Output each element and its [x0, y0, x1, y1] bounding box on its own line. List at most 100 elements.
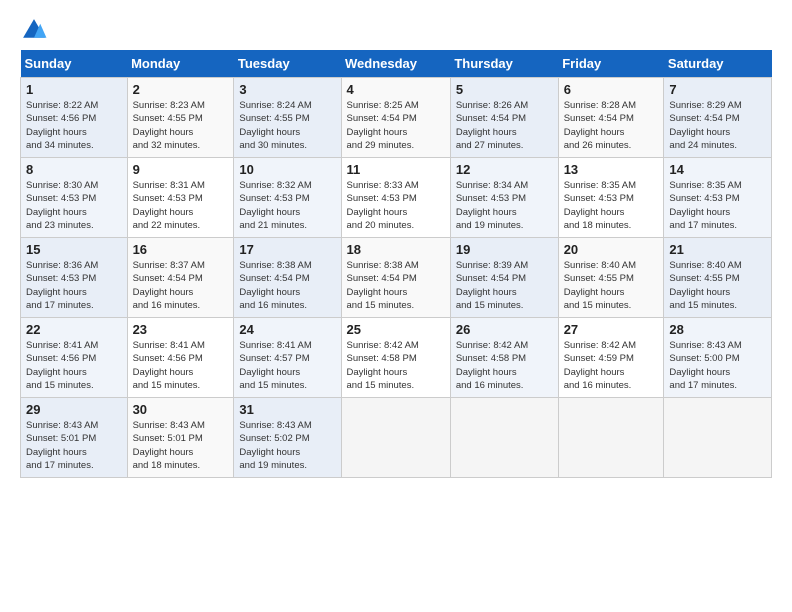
- day-cell: 14 Sunrise: 8:35 AM Sunset: 4:53 PM Dayl…: [664, 158, 772, 238]
- day-cell: 12 Sunrise: 8:34 AM Sunset: 4:53 PM Dayl…: [450, 158, 558, 238]
- day-detail: Sunrise: 8:35 AM Sunset: 4:53 PM Dayligh…: [669, 179, 766, 232]
- day-cell: 17 Sunrise: 8:38 AM Sunset: 4:54 PM Dayl…: [234, 238, 341, 318]
- day-cell: 2 Sunrise: 8:23 AM Sunset: 4:55 PM Dayli…: [127, 78, 234, 158]
- day-number: 1: [26, 82, 122, 97]
- day-detail: Sunrise: 8:36 AM Sunset: 4:53 PM Dayligh…: [26, 259, 122, 312]
- day-cell: [450, 398, 558, 478]
- day-detail: Sunrise: 8:28 AM Sunset: 4:54 PM Dayligh…: [564, 99, 659, 152]
- day-detail: Sunrise: 8:29 AM Sunset: 4:54 PM Dayligh…: [669, 99, 766, 152]
- day-detail: Sunrise: 8:32 AM Sunset: 4:53 PM Dayligh…: [239, 179, 335, 232]
- day-number: 28: [669, 322, 766, 337]
- day-number: 29: [26, 402, 122, 417]
- day-cell: 23 Sunrise: 8:41 AM Sunset: 4:56 PM Dayl…: [127, 318, 234, 398]
- day-number: 9: [133, 162, 229, 177]
- day-detail: Sunrise: 8:37 AM Sunset: 4:54 PM Dayligh…: [133, 259, 229, 312]
- day-cell: 19 Sunrise: 8:39 AM Sunset: 4:54 PM Dayl…: [450, 238, 558, 318]
- day-detail: Sunrise: 8:43 AM Sunset: 5:01 PM Dayligh…: [26, 419, 122, 472]
- day-detail: Sunrise: 8:25 AM Sunset: 4:54 PM Dayligh…: [347, 99, 445, 152]
- day-cell: 9 Sunrise: 8:31 AM Sunset: 4:53 PM Dayli…: [127, 158, 234, 238]
- week-row-3: 15 Sunrise: 8:36 AM Sunset: 4:53 PM Dayl…: [21, 238, 772, 318]
- week-row-1: 1 Sunrise: 8:22 AM Sunset: 4:56 PM Dayli…: [21, 78, 772, 158]
- day-number: 6: [564, 82, 659, 97]
- day-cell: 13 Sunrise: 8:35 AM Sunset: 4:53 PM Dayl…: [558, 158, 664, 238]
- day-cell: 11 Sunrise: 8:33 AM Sunset: 4:53 PM Dayl…: [341, 158, 450, 238]
- day-number: 23: [133, 322, 229, 337]
- day-number: 25: [347, 322, 445, 337]
- day-number: 11: [347, 162, 445, 177]
- day-cell: 26 Sunrise: 8:42 AM Sunset: 4:58 PM Dayl…: [450, 318, 558, 398]
- day-cell: 30 Sunrise: 8:43 AM Sunset: 5:01 PM Dayl…: [127, 398, 234, 478]
- day-number: 4: [347, 82, 445, 97]
- day-detail: Sunrise: 8:22 AM Sunset: 4:56 PM Dayligh…: [26, 99, 122, 152]
- day-detail: Sunrise: 8:24 AM Sunset: 4:55 PM Dayligh…: [239, 99, 335, 152]
- day-number: 8: [26, 162, 122, 177]
- calendar-header-row: SundayMondayTuesdayWednesdayThursdayFrid…: [21, 50, 772, 78]
- column-header-thursday: Thursday: [450, 50, 558, 78]
- day-detail: Sunrise: 8:40 AM Sunset: 4:55 PM Dayligh…: [669, 259, 766, 312]
- column-header-friday: Friday: [558, 50, 664, 78]
- day-detail: Sunrise: 8:23 AM Sunset: 4:55 PM Dayligh…: [133, 99, 229, 152]
- day-cell: 5 Sunrise: 8:26 AM Sunset: 4:54 PM Dayli…: [450, 78, 558, 158]
- day-number: 12: [456, 162, 553, 177]
- day-detail: Sunrise: 8:39 AM Sunset: 4:54 PM Dayligh…: [456, 259, 553, 312]
- day-detail: Sunrise: 8:38 AM Sunset: 4:54 PM Dayligh…: [347, 259, 445, 312]
- day-cell: 31 Sunrise: 8:43 AM Sunset: 5:02 PM Dayl…: [234, 398, 341, 478]
- day-cell: [558, 398, 664, 478]
- day-detail: Sunrise: 8:26 AM Sunset: 4:54 PM Dayligh…: [456, 99, 553, 152]
- day-number: 2: [133, 82, 229, 97]
- week-row-5: 29 Sunrise: 8:43 AM Sunset: 5:01 PM Dayl…: [21, 398, 772, 478]
- day-number: 19: [456, 242, 553, 257]
- day-detail: Sunrise: 8:35 AM Sunset: 4:53 PM Dayligh…: [564, 179, 659, 232]
- week-row-4: 22 Sunrise: 8:41 AM Sunset: 4:56 PM Dayl…: [21, 318, 772, 398]
- day-cell: 16 Sunrise: 8:37 AM Sunset: 4:54 PM Dayl…: [127, 238, 234, 318]
- day-number: 30: [133, 402, 229, 417]
- day-number: 17: [239, 242, 335, 257]
- day-number: 20: [564, 242, 659, 257]
- column-header-saturday: Saturday: [664, 50, 772, 78]
- day-cell: 24 Sunrise: 8:41 AM Sunset: 4:57 PM Dayl…: [234, 318, 341, 398]
- column-header-sunday: Sunday: [21, 50, 128, 78]
- day-detail: Sunrise: 8:40 AM Sunset: 4:55 PM Dayligh…: [564, 259, 659, 312]
- day-detail: Sunrise: 8:43 AM Sunset: 5:01 PM Dayligh…: [133, 419, 229, 472]
- day-cell: 4 Sunrise: 8:25 AM Sunset: 4:54 PM Dayli…: [341, 78, 450, 158]
- day-number: 10: [239, 162, 335, 177]
- day-detail: Sunrise: 8:42 AM Sunset: 4:58 PM Dayligh…: [456, 339, 553, 392]
- day-number: 3: [239, 82, 335, 97]
- day-number: 14: [669, 162, 766, 177]
- day-number: 24: [239, 322, 335, 337]
- day-detail: Sunrise: 8:41 AM Sunset: 4:56 PM Dayligh…: [133, 339, 229, 392]
- logo-icon: [20, 16, 48, 44]
- day-cell: 22 Sunrise: 8:41 AM Sunset: 4:56 PM Dayl…: [21, 318, 128, 398]
- day-cell: 25 Sunrise: 8:42 AM Sunset: 4:58 PM Dayl…: [341, 318, 450, 398]
- column-header-monday: Monday: [127, 50, 234, 78]
- day-cell: 3 Sunrise: 8:24 AM Sunset: 4:55 PM Dayli…: [234, 78, 341, 158]
- day-number: 7: [669, 82, 766, 97]
- day-number: 18: [347, 242, 445, 257]
- day-number: 27: [564, 322, 659, 337]
- day-cell: 29 Sunrise: 8:43 AM Sunset: 5:01 PM Dayl…: [21, 398, 128, 478]
- day-cell: 18 Sunrise: 8:38 AM Sunset: 4:54 PM Dayl…: [341, 238, 450, 318]
- day-cell: 6 Sunrise: 8:28 AM Sunset: 4:54 PM Dayli…: [558, 78, 664, 158]
- column-header-tuesday: Tuesday: [234, 50, 341, 78]
- calendar-table: SundayMondayTuesdayWednesdayThursdayFrid…: [20, 50, 772, 478]
- day-number: 21: [669, 242, 766, 257]
- day-cell: 27 Sunrise: 8:42 AM Sunset: 4:59 PM Dayl…: [558, 318, 664, 398]
- day-detail: Sunrise: 8:30 AM Sunset: 4:53 PM Dayligh…: [26, 179, 122, 232]
- day-detail: Sunrise: 8:41 AM Sunset: 4:56 PM Dayligh…: [26, 339, 122, 392]
- logo: [20, 16, 52, 44]
- day-cell: 20 Sunrise: 8:40 AM Sunset: 4:55 PM Dayl…: [558, 238, 664, 318]
- day-detail: Sunrise: 8:31 AM Sunset: 4:53 PM Dayligh…: [133, 179, 229, 232]
- column-header-wednesday: Wednesday: [341, 50, 450, 78]
- day-number: 26: [456, 322, 553, 337]
- day-number: 31: [239, 402, 335, 417]
- day-detail: Sunrise: 8:38 AM Sunset: 4:54 PM Dayligh…: [239, 259, 335, 312]
- day-detail: Sunrise: 8:42 AM Sunset: 4:59 PM Dayligh…: [564, 339, 659, 392]
- day-cell: 15 Sunrise: 8:36 AM Sunset: 4:53 PM Dayl…: [21, 238, 128, 318]
- day-number: 16: [133, 242, 229, 257]
- day-cell: 8 Sunrise: 8:30 AM Sunset: 4:53 PM Dayli…: [21, 158, 128, 238]
- day-cell: [341, 398, 450, 478]
- day-detail: Sunrise: 8:41 AM Sunset: 4:57 PM Dayligh…: [239, 339, 335, 392]
- day-number: 15: [26, 242, 122, 257]
- day-cell: 21 Sunrise: 8:40 AM Sunset: 4:55 PM Dayl…: [664, 238, 772, 318]
- day-detail: Sunrise: 8:43 AM Sunset: 5:00 PM Dayligh…: [669, 339, 766, 392]
